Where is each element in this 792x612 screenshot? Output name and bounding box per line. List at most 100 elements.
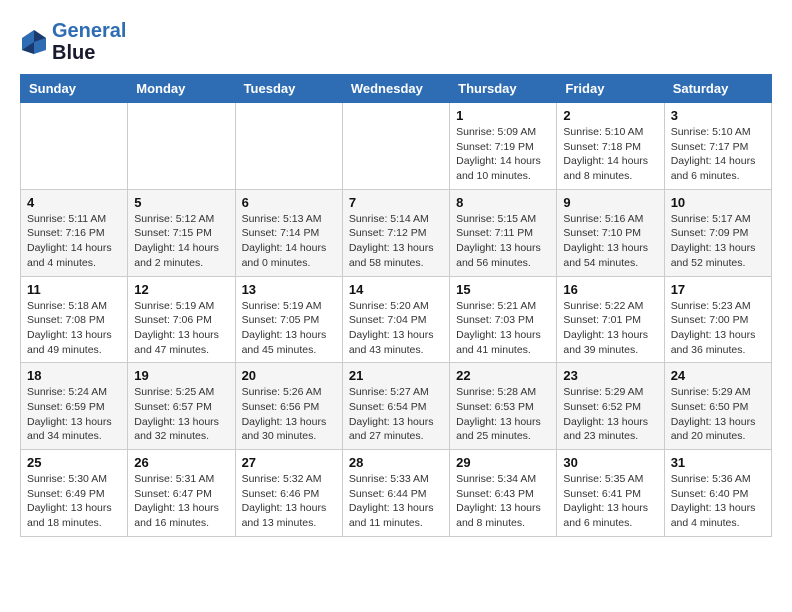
day-number: 29 — [456, 455, 550, 470]
day-number: 3 — [671, 108, 765, 123]
weekday-header-tuesday: Tuesday — [235, 75, 342, 103]
calendar-cell — [235, 103, 342, 190]
day-info: Sunrise: 5:32 AM Sunset: 6:46 PM Dayligh… — [242, 472, 336, 531]
day-info: Sunrise: 5:17 AM Sunset: 7:09 PM Dayligh… — [671, 212, 765, 271]
calendar-cell — [21, 103, 128, 190]
calendar-cell: 4Sunrise: 5:11 AM Sunset: 7:16 PM Daylig… — [21, 189, 128, 276]
calendar-week-row: 11 Sunrise: 5:18 AM Sunset: 7:08 PM Dayli… — [21, 276, 772, 363]
day-info: Sunrise: 5:24 AM Sunset: 6:59 PM Dayligh… — [27, 385, 121, 444]
day-info: Sunrise: 5:09 AM Sunset: 7:19 PM Dayligh… — [456, 125, 550, 184]
day-number: 2 — [563, 108, 657, 123]
calendar-cell: 22 Sunrise: 5:28 AM Sunset: 6:53 PM Dayli… — [450, 363, 557, 450]
day-number: 7 — [349, 195, 443, 210]
calendar-cell: 1 Sunrise: 5:09 AM Sunset: 7:19 PM Daylig… — [450, 103, 557, 190]
weekday-header-monday: Monday — [128, 75, 235, 103]
day-info: Sunrise: 5:10 AM Sunset: 7:17 PM Dayligh… — [671, 125, 765, 184]
calendar-cell — [128, 103, 235, 190]
day-number: 23 — [563, 368, 657, 383]
calendar-cell: 31 Sunrise: 5:36 AM Sunset: 6:40 PM Dayli… — [664, 450, 771, 537]
day-number: 22 — [456, 368, 550, 383]
day-number: 18 — [27, 368, 121, 383]
day-number: 8 — [456, 195, 550, 210]
calendar-week-row: 1 Sunrise: 5:09 AM Sunset: 7:19 PM Daylig… — [21, 103, 772, 190]
calendar-cell: 27 Sunrise: 5:32 AM Sunset: 6:46 PM Dayli… — [235, 450, 342, 537]
day-number: 21 — [349, 368, 443, 383]
day-info: Sunrise: 5:13 AM Sunset: 7:14 PM Dayligh… — [242, 212, 336, 271]
day-info: Sunrise: 5:20 AM Sunset: 7:04 PM Dayligh… — [349, 299, 443, 358]
day-number: 11 — [27, 282, 121, 297]
calendar-week-row: 18 Sunrise: 5:24 AM Sunset: 6:59 PM Dayli… — [21, 363, 772, 450]
calendar-cell: 3 Sunrise: 5:10 AM Sunset: 7:17 PM Daylig… — [664, 103, 771, 190]
day-number: 15 — [456, 282, 550, 297]
calendar-cell: 11 Sunrise: 5:18 AM Sunset: 7:08 PM Dayli… — [21, 276, 128, 363]
day-info: Sunrise: 5:15 AM Sunset: 7:11 PM Dayligh… — [456, 212, 550, 271]
day-info: Sunrise: 5:10 AM Sunset: 7:18 PM Dayligh… — [563, 125, 657, 184]
day-number: 24 — [671, 368, 765, 383]
calendar-cell: 28 Sunrise: 5:33 AM Sunset: 6:44 PM Dayli… — [342, 450, 449, 537]
day-info: Sunrise: 5:26 AM Sunset: 6:56 PM Dayligh… — [242, 385, 336, 444]
day-number: 6 — [242, 195, 336, 210]
calendar-cell: 26 Sunrise: 5:31 AM Sunset: 6:47 PM Dayli… — [128, 450, 235, 537]
weekday-header-wednesday: Wednesday — [342, 75, 449, 103]
calendar-header-row: SundayMondayTuesdayWednesdayThursdayFrid… — [21, 75, 772, 103]
day-info: Sunrise: 5:19 AM Sunset: 7:06 PM Dayligh… — [134, 299, 228, 358]
day-number: 10 — [671, 195, 765, 210]
day-number: 12 — [134, 282, 228, 297]
day-number: 16 — [563, 282, 657, 297]
day-number: 1 — [456, 108, 550, 123]
day-info: Sunrise: 5:12 AM Sunset: 7:15 PM Dayligh… — [134, 212, 228, 271]
day-info: Sunrise: 5:21 AM Sunset: 7:03 PM Dayligh… — [456, 299, 550, 358]
day-info: Sunrise: 5:18 AM Sunset: 7:08 PM Dayligh… — [27, 299, 121, 358]
calendar-cell: 15 Sunrise: 5:21 AM Sunset: 7:03 PM Dayli… — [450, 276, 557, 363]
calendar-cell: 2 Sunrise: 5:10 AM Sunset: 7:18 PM Daylig… — [557, 103, 664, 190]
day-info: Sunrise: 5:35 AM Sunset: 6:41 PM Dayligh… — [563, 472, 657, 531]
calendar-cell: 6 Sunrise: 5:13 AM Sunset: 7:14 PM Daylig… — [235, 189, 342, 276]
day-info: Sunrise: 5:19 AM Sunset: 7:05 PM Dayligh… — [242, 299, 336, 358]
day-number: 14 — [349, 282, 443, 297]
calendar-cell: 16 Sunrise: 5:22 AM Sunset: 7:01 PM Dayli… — [557, 276, 664, 363]
day-info: Sunrise: 5:29 AM Sunset: 6:50 PM Dayligh… — [671, 385, 765, 444]
weekday-header-thursday: Thursday — [450, 75, 557, 103]
calendar-week-row: 4Sunrise: 5:11 AM Sunset: 7:16 PM Daylig… — [21, 189, 772, 276]
calendar-cell: 7Sunrise: 5:14 AM Sunset: 7:12 PM Daylig… — [342, 189, 449, 276]
day-number: 31 — [671, 455, 765, 470]
day-info: Sunrise: 5:22 AM Sunset: 7:01 PM Dayligh… — [563, 299, 657, 358]
calendar-cell: 23 Sunrise: 5:29 AM Sunset: 6:52 PM Dayli… — [557, 363, 664, 450]
day-info: Sunrise: 5:16 AM Sunset: 7:10 PM Dayligh… — [563, 212, 657, 271]
calendar-cell: 18 Sunrise: 5:24 AM Sunset: 6:59 PM Dayli… — [21, 363, 128, 450]
calendar-cell: 19 Sunrise: 5:25 AM Sunset: 6:57 PM Dayli… — [128, 363, 235, 450]
calendar-cell: 24 Sunrise: 5:29 AM Sunset: 6:50 PM Dayli… — [664, 363, 771, 450]
day-number: 27 — [242, 455, 336, 470]
day-number: 30 — [563, 455, 657, 470]
day-info: Sunrise: 5:30 AM Sunset: 6:49 PM Dayligh… — [27, 472, 121, 531]
day-number: 9 — [563, 195, 657, 210]
day-info: Sunrise: 5:28 AM Sunset: 6:53 PM Dayligh… — [456, 385, 550, 444]
logo-subtext: Blue — [52, 42, 126, 64]
day-number: 19 — [134, 368, 228, 383]
day-number: 5 — [134, 195, 228, 210]
calendar-cell — [342, 103, 449, 190]
day-info: Sunrise: 5:34 AM Sunset: 6:43 PM Dayligh… — [456, 472, 550, 531]
day-number: 17 — [671, 282, 765, 297]
day-info: Sunrise: 5:23 AM Sunset: 7:00 PM Dayligh… — [671, 299, 765, 358]
day-info: Sunrise: 5:31 AM Sunset: 6:47 PM Dayligh… — [134, 472, 228, 531]
day-info: Sunrise: 5:29 AM Sunset: 6:52 PM Dayligh… — [563, 385, 657, 444]
day-info: Sunrise: 5:36 AM Sunset: 6:40 PM Dayligh… — [671, 472, 765, 531]
calendar-cell: 30 Sunrise: 5:35 AM Sunset: 6:41 PM Dayli… — [557, 450, 664, 537]
day-info: Sunrise: 5:25 AM Sunset: 6:57 PM Dayligh… — [134, 385, 228, 444]
day-number: 26 — [134, 455, 228, 470]
logo-text: General — [52, 20, 126, 42]
calendar-cell: 21 Sunrise: 5:27 AM Sunset: 6:54 PM Dayli… — [342, 363, 449, 450]
day-info: Sunrise: 5:11 AM Sunset: 7:16 PM Dayligh… — [27, 212, 121, 271]
page-header: General Blue — [20, 20, 772, 64]
day-info: Sunrise: 5:33 AM Sunset: 6:44 PM Dayligh… — [349, 472, 443, 531]
weekday-header-sunday: Sunday — [21, 75, 128, 103]
day-number: 20 — [242, 368, 336, 383]
day-info: Sunrise: 5:27 AM Sunset: 6:54 PM Dayligh… — [349, 385, 443, 444]
weekday-header-friday: Friday — [557, 75, 664, 103]
calendar-cell: 12 Sunrise: 5:19 AM Sunset: 7:06 PM Dayli… — [128, 276, 235, 363]
day-number: 28 — [349, 455, 443, 470]
weekday-header-saturday: Saturday — [664, 75, 771, 103]
logo-icon — [20, 28, 48, 56]
calendar-cell: 5 Sunrise: 5:12 AM Sunset: 7:15 PM Daylig… — [128, 189, 235, 276]
